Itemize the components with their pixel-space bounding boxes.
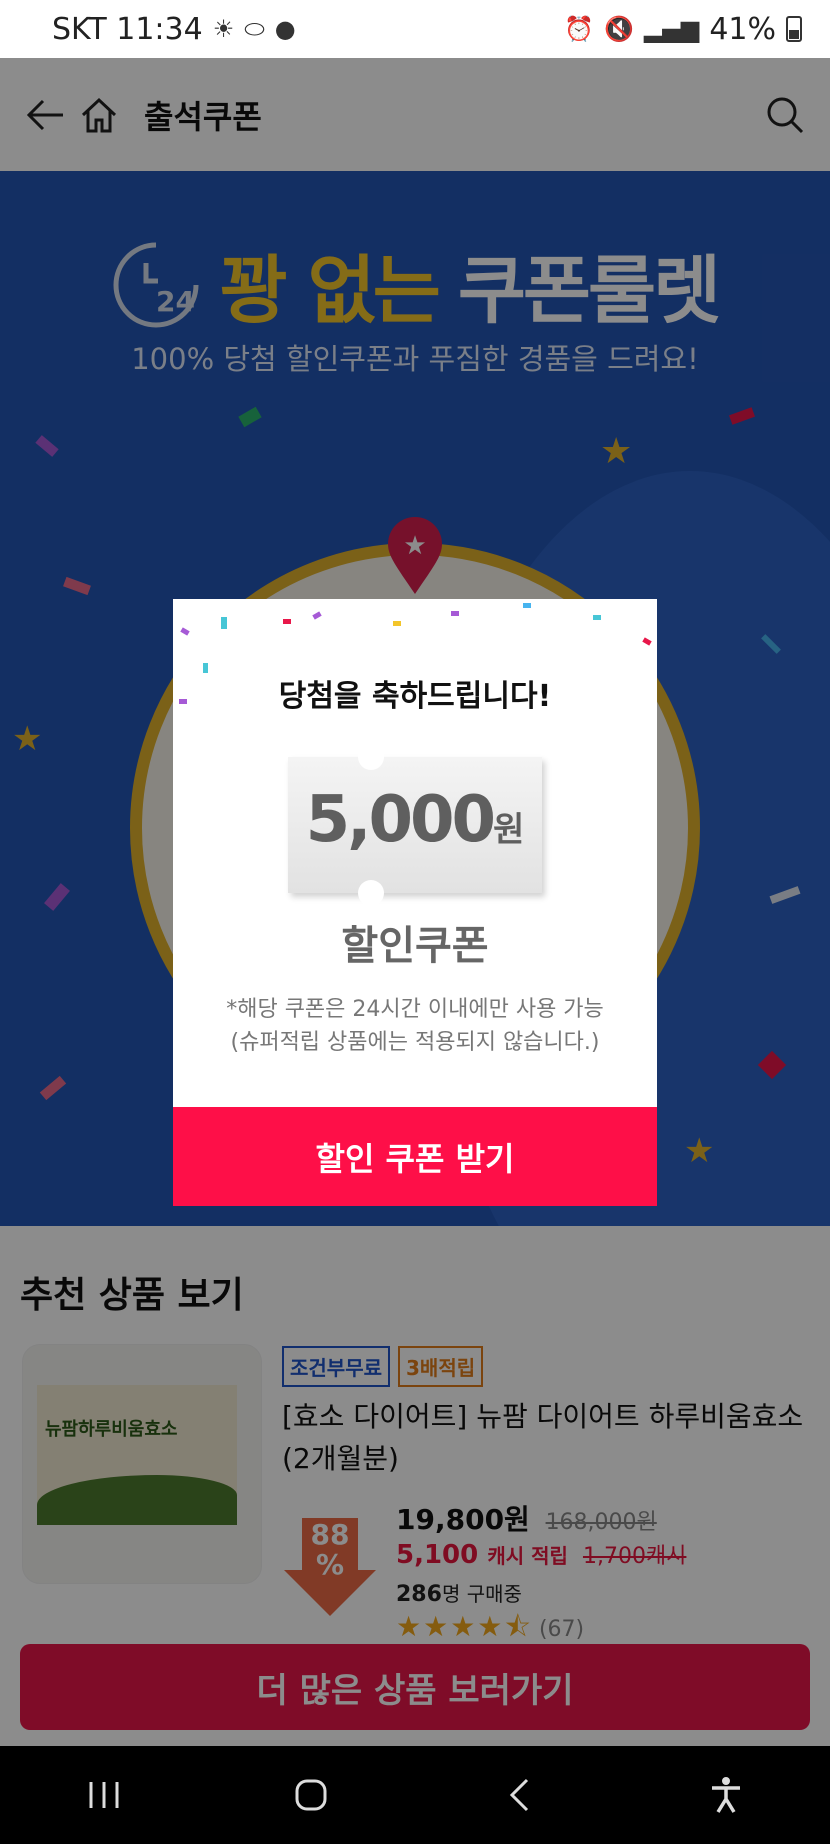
home-nav-button[interactable]: [281, 1765, 341, 1825]
home-circle-icon: [295, 1779, 327, 1811]
mute-icon: 🔇: [604, 15, 634, 43]
weather-icon: ☀: [212, 15, 235, 43]
chevron-left-icon: [509, 1778, 528, 1812]
status-bar: SKT 11:34 ☀ ⬭ ● ⏰ 🔇 ▂▄▆ 41%: [0, 0, 830, 58]
coupon-ticket: 5,000원: [288, 744, 542, 906]
confetti-piece: [593, 615, 601, 620]
coupon-notice-line2: (슈퍼적립 상품에는 적용되지 않습니다.): [230, 1030, 600, 1055]
coupon-notch-top: [358, 744, 384, 770]
confetti-piece: [312, 611, 322, 620]
confetti-piece: [393, 621, 401, 626]
confetti-piece: [523, 603, 531, 608]
pill-icon: ⬭: [244, 15, 265, 43]
coupon-win-modal: 당첨을 축하드립니다! 5,000원 할인쿠폰 *해당 쿠폰은 24시간 이내에…: [173, 599, 657, 1206]
confetti-piece: [451, 611, 459, 616]
battery-icon: [786, 16, 802, 42]
confetti-piece: [180, 627, 190, 636]
back-nav-button[interactable]: [489, 1765, 549, 1825]
carrier-time: SKT 11:34: [52, 11, 203, 47]
alarm-icon: ⏰: [564, 15, 595, 43]
battery-percent: 41%: [709, 11, 776, 47]
coupon-notch-bottom: [358, 880, 384, 906]
get-coupon-button[interactable]: 할인 쿠폰 받기: [173, 1107, 657, 1206]
notification-icon: ●: [274, 15, 296, 43]
confetti-piece: [221, 617, 227, 629]
confetti-piece: [283, 619, 291, 624]
coupon-notice-line1: *해당 쿠폰은 24시간 이내에만 사용 가능: [226, 997, 604, 1022]
coupon-type: 할인쿠폰: [341, 923, 489, 969]
modal-title: 당첨을 축하드립니다!: [278, 679, 552, 714]
confetti-piece: [642, 637, 652, 646]
accessibility-icon: [712, 1777, 741, 1813]
signal-icon: ▂▄▆: [643, 15, 700, 43]
accessibility-button[interactable]: [696, 1765, 756, 1825]
coupon-amount: 5,000원: [305, 783, 525, 857]
system-nav-bar: [0, 1746, 830, 1844]
recent-apps-button[interactable]: [74, 1765, 134, 1825]
coupon-notice: *해당 쿠폰은 24시간 이내에만 사용 가능 (슈퍼적립 상품에는 적용되지 …: [173, 993, 657, 1059]
recent-apps-icon: [89, 1782, 119, 1808]
